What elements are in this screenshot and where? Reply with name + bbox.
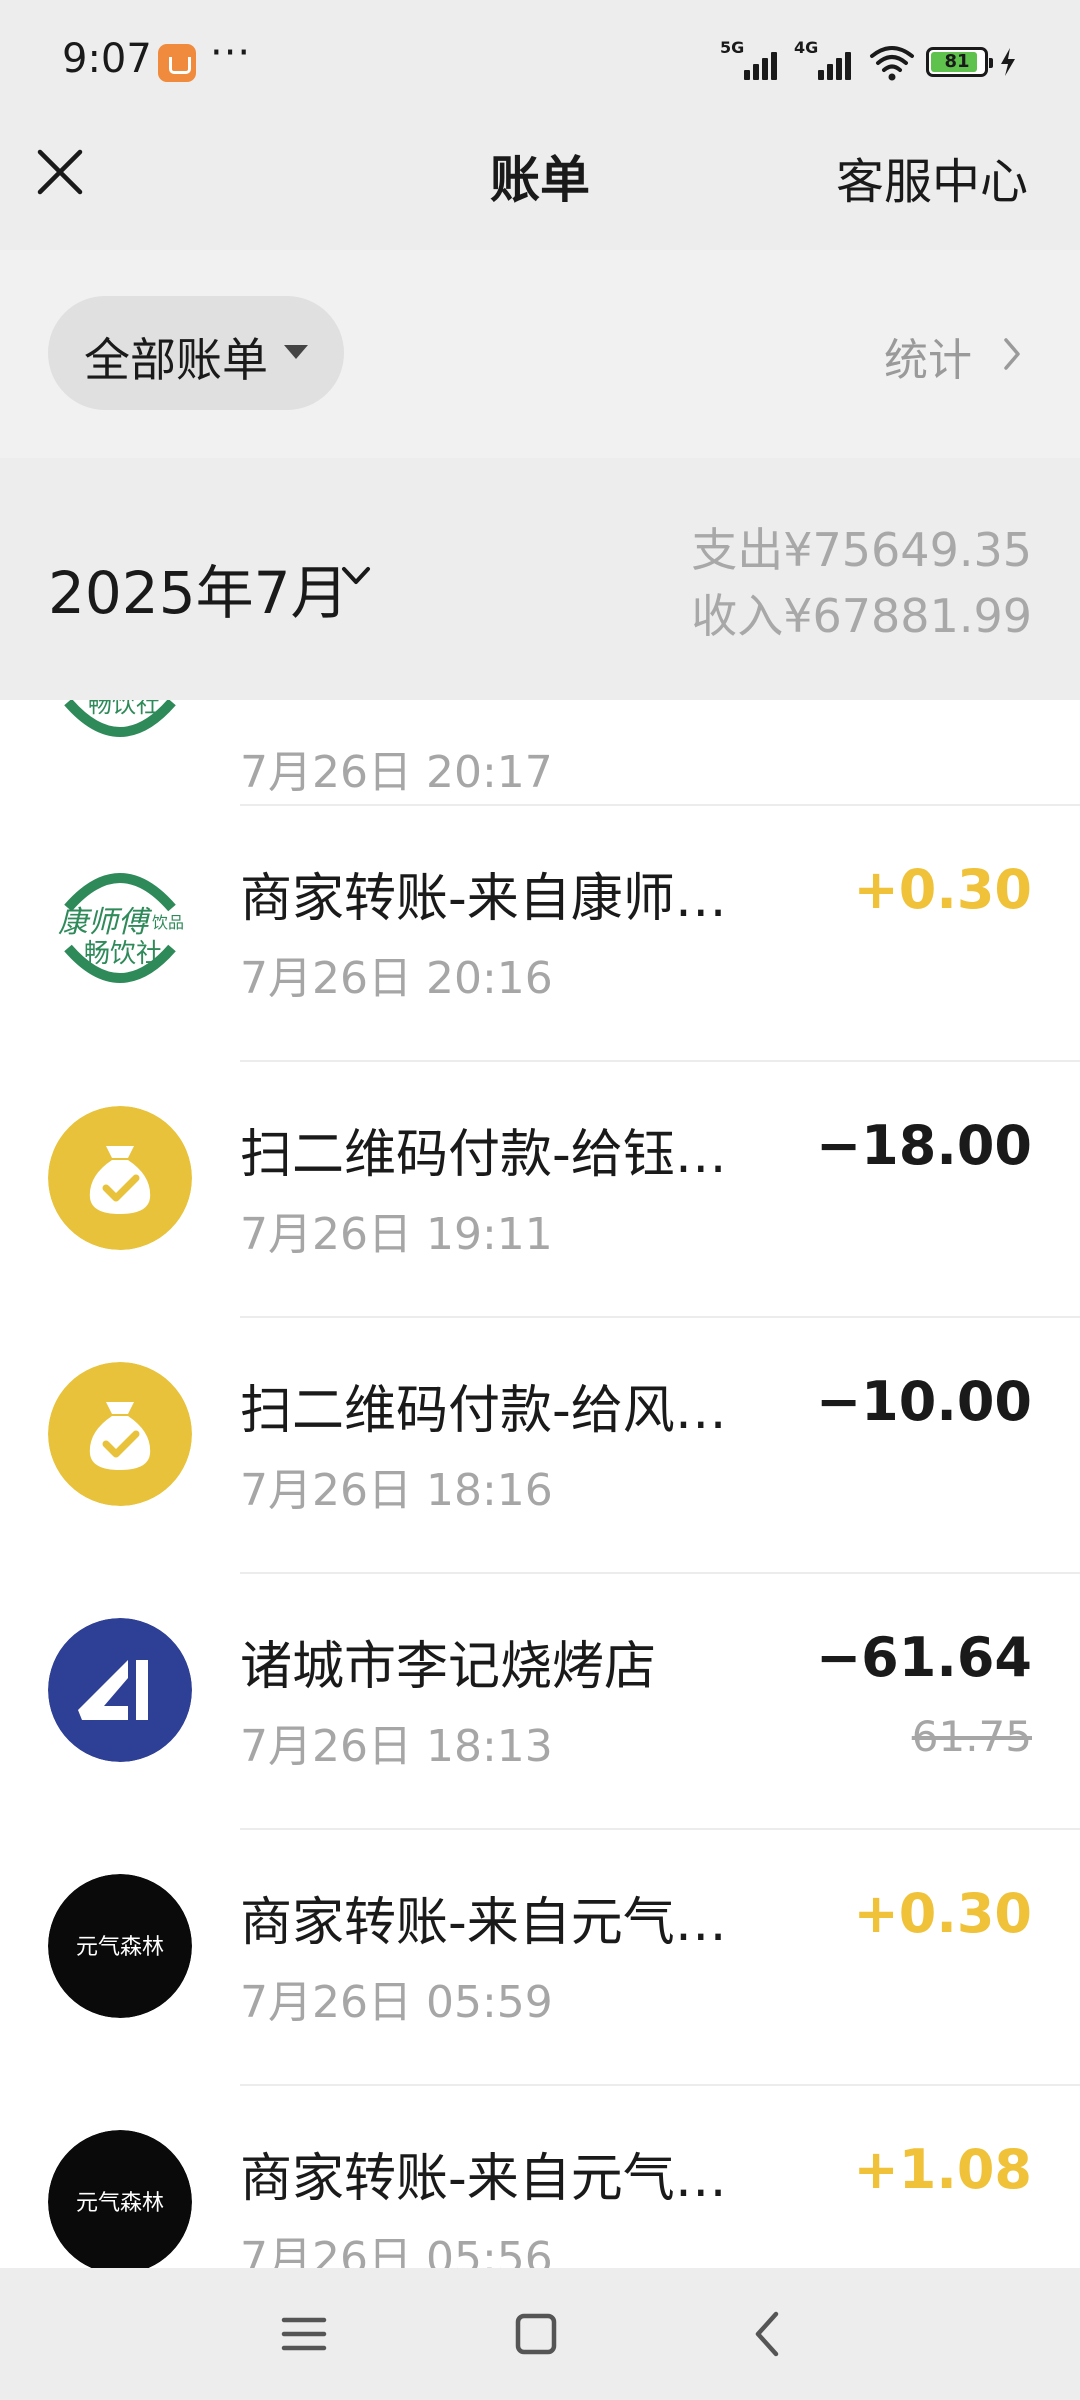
kangshifu-logo-icon: 康师傅 饮品 畅饮社 <box>48 854 192 998</box>
signal-4g-label: 4G <box>794 38 819 57</box>
row-divider <box>240 1572 1080 1574</box>
kangshifu-text: 康师傅 <box>58 905 153 940</box>
transaction-amount: −10.00 <box>815 1370 1032 1433</box>
battery-level: 81 <box>944 51 970 72</box>
transaction-list: 康师傅 饮品 畅饮社 7月26日 20:17 康师傅 饮品 畅饮社 <box>0 700 1080 2268</box>
kangshifu-club-text: 畅饮社 <box>84 939 162 969</box>
status-bar: 9:07 ··· 5G 4G 81 <box>0 0 1080 126</box>
transaction-row[interactable]: 扫二维码付款-给风… 7月26日 18:16 −10.00 <box>0 1316 1080 1572</box>
income-total: 收入¥67881.99 <box>691 589 1032 643</box>
kangshifu-logo-icon: 康师傅 饮品 畅饮社 <box>48 700 192 752</box>
transaction-amount: +0.30 <box>853 858 1032 921</box>
expense-total: 支出¥75649.35 <box>691 523 1032 577</box>
genki-forest-text: 元气森林 <box>76 2191 164 2216</box>
genki-forest-logo-icon: 元气森林 <box>48 1874 192 2018</box>
back-icon[interactable] <box>740 2306 796 2362</box>
transaction-title: 商家转账-来自康师… <box>240 869 727 929</box>
battery-icon: 81 <box>926 47 993 77</box>
money-bag-icon <box>48 1106 192 1250</box>
transaction-time: 7月26日 19:11 <box>240 1209 553 1260</box>
transaction-row[interactable]: 康师傅 饮品 畅饮社 商家转账-来自康师… 7月26日 20:16 +0.30 <box>0 804 1080 1060</box>
transaction-amount: +0.30 <box>853 1882 1032 1945</box>
transaction-row[interactable]: 元气森林 商家转账-来自元气… 7月26日 05:56 +1.08 <box>0 2084 1080 2268</box>
transaction-row[interactable]: 元气森林 商家转账-来自元气… 7月26日 05:59 +0.30 <box>0 1828 1080 2084</box>
statistics-link[interactable]: 统计 <box>884 324 972 388</box>
money-bag-icon <box>48 1362 192 1506</box>
signal-5g-icon: 5G <box>720 38 784 82</box>
transaction-row[interactable]: 诸城市李记烧烤店 7月26日 18:13 −61.64 61.75 <box>0 1572 1080 1828</box>
transaction-time: 7月26日 18:16 <box>240 1465 553 1516</box>
kangshifu-drinks-text: 饮品 <box>152 913 184 932</box>
transaction-time: 7月26日 05:56 <box>240 2233 553 2268</box>
row-divider <box>240 804 1080 806</box>
bill-screen: 9:07 ··· 5G 4G 81 账单 客服中心 全部账单 统计 2025年7… <box>0 0 1080 2400</box>
wifi-icon <box>870 46 914 81</box>
signal-5g-label: 5G <box>720 38 745 57</box>
transaction-time: 7月26日 20:16 <box>240 953 553 1004</box>
transaction-title: 商家转账-来自元气… <box>240 2149 727 2209</box>
original-amount: 61.75 <box>911 1712 1032 1761</box>
transaction-amount: +1.08 <box>853 2138 1032 2201</box>
charging-icon <box>1001 48 1015 76</box>
genki-forest-text: 元气森林 <box>76 1935 164 1960</box>
shopping-app-icon <box>158 44 196 82</box>
month-selector[interactable]: 2025年7月 <box>48 546 349 630</box>
transaction-title: 扫二维码付款-给钰… <box>240 1125 727 1185</box>
signal-4g-icon: 4G <box>794 38 858 82</box>
transaction-title: 扫二维码付款-给风… <box>240 1381 727 1441</box>
caret-down-icon[interactable] <box>284 345 308 359</box>
menu-icon[interactable] <box>276 2306 332 2362</box>
row-divider <box>240 2084 1080 2086</box>
genki-forest-logo-icon: 元气森林 <box>48 2130 192 2268</box>
row-divider <box>240 1060 1080 1062</box>
home-icon[interactable] <box>508 2306 564 2362</box>
transaction-time: 7月26日 20:17 <box>240 747 553 798</box>
transaction-title: 商家转账-来自元气… <box>240 1893 727 1953</box>
transaction-row[interactable]: 扫二维码付款-给钰… 7月26日 19:11 −18.00 <box>0 1060 1080 1316</box>
status-indicators: 5G 4G 81 <box>720 38 1018 86</box>
kangshifu-club-text: 畅饮社 <box>88 700 160 718</box>
customer-service-button[interactable]: 客服中心 <box>836 142 1028 212</box>
chevron-right-icon[interactable] <box>998 334 1026 374</box>
transaction-title: 诸城市李记烧烤店 <box>240 1637 657 1697</box>
bill-filter-label[interactable]: 全部账单 <box>84 324 268 390</box>
row-divider <box>240 1316 1080 1318</box>
transaction-time: 7月26日 05:59 <box>240 1977 553 2028</box>
merchant-logo-icon <box>48 1618 192 1762</box>
more-notifications-icon: ··· <box>210 30 252 76</box>
chevron-down-icon[interactable] <box>336 560 376 592</box>
transaction-amount: −18.00 <box>815 1114 1032 1177</box>
status-time: 9:07 <box>62 36 152 82</box>
transaction-time: 7月26日 18:13 <box>240 1721 553 1772</box>
transaction-amount: −61.64 <box>815 1626 1032 1689</box>
row-divider <box>240 1828 1080 1830</box>
